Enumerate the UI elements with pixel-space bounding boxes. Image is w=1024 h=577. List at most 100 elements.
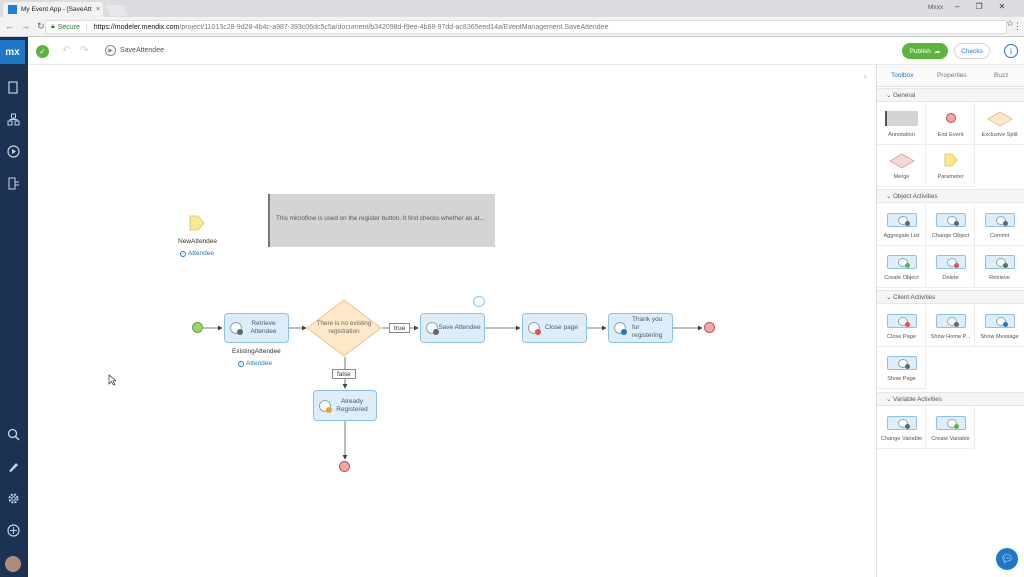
info-small-icon: i: [180, 250, 186, 257]
tool-label: Merge: [893, 174, 910, 180]
annotation-icon: [885, 111, 918, 126]
merge-icon: [889, 153, 915, 169]
message-warning-icon: [319, 399, 332, 413]
info-small-icon: i: [238, 360, 244, 367]
checks-button[interactable]: Checks: [954, 43, 990, 59]
aggregate-list-icon: [887, 213, 917, 227]
tool-merge[interactable]: Merge: [877, 145, 926, 187]
tab-buzz[interactable]: Buzz: [994, 72, 1008, 79]
toolbox-panel: Toolbox Properties Buzz ⌄ General Annota…: [876, 65, 1024, 577]
parameter-name: NewAttendee: [178, 238, 218, 245]
browser-menu-icon[interactable]: ⋮: [1013, 21, 1022, 32]
flow-connectors: [203, 325, 703, 460]
mouse-cursor-icon: [108, 374, 116, 386]
tool-label: Show Home P...: [930, 334, 971, 340]
activity-label: Close page: [545, 324, 578, 331]
parameter-type-label: Attendee: [188, 250, 215, 257]
activity-label: Retrieve Attendee: [250, 320, 277, 335]
section-title: Client Activities: [893, 294, 936, 301]
tool-end-event[interactable]: End Event: [926, 103, 975, 145]
panel-tabs: Toolbox Properties Buzz: [877, 65, 1024, 87]
annotation[interactable]: This microflow is used on the register b…: [268, 194, 495, 247]
change-object-icon: [936, 213, 966, 227]
error-handler-icon[interactable]: [473, 296, 485, 307]
activity-label: Save Attendee: [438, 324, 481, 331]
end-event[interactable]: [704, 322, 715, 333]
parameter-type[interactable]: i Attendee: [180, 250, 214, 257]
tool-exclusive-split[interactable]: Exclusive Split: [975, 103, 1024, 145]
false-flow-label[interactable]: false: [332, 369, 356, 379]
tool-annotation[interactable]: Annotation: [877, 103, 926, 145]
info-icon[interactable]: i: [1004, 44, 1018, 58]
change-variable-icon: [887, 416, 917, 430]
section-variable-activities[interactable]: ⌄ Variable Activities: [877, 392, 1024, 406]
retrieve-attendee-activity[interactable]: Retrieve Attendee: [224, 313, 289, 343]
section-expand-icon: ⌄: [886, 193, 894, 200]
tool-parameter[interactable]: Parameter: [926, 145, 975, 187]
tool-label: Change Variable: [880, 436, 923, 442]
tool-show-home-page[interactable]: Show Home P...: [926, 305, 975, 347]
tool-create-variable[interactable]: Create Variable: [926, 407, 975, 449]
tool-label: Exclusive Split: [981, 132, 1018, 138]
parameter-icon: [944, 153, 958, 167]
show-message-activity[interactable]: Thank you for registering: [608, 313, 673, 343]
tool-aggregate-list[interactable]: Aggregate List: [877, 204, 926, 246]
tool-commit[interactable]: Commit: [975, 204, 1024, 246]
retrieve-output-type[interactable]: i Attendee: [238, 360, 272, 367]
tool-label: Close Page: [887, 334, 916, 340]
section-title: Variable Activities: [893, 396, 942, 403]
start-event[interactable]: [192, 322, 203, 333]
section-title: Object Activities: [893, 193, 938, 200]
tool-label: Show Message: [980, 334, 1019, 340]
section-general[interactable]: ⌄ General: [877, 88, 1024, 102]
close-page-activity[interactable]: Close page: [522, 313, 587, 343]
split-condition-label: There is no existing registration: [316, 320, 372, 335]
maximize-icon[interactable]: ❐: [975, 2, 982, 11]
tool-label: Commit: [989, 233, 1010, 239]
section-expand-icon: ⌄: [886, 396, 894, 403]
publish-label: Publish: [909, 47, 931, 55]
activity-label: Thank you for registering: [632, 316, 663, 339]
tool-create-object[interactable]: Create Object: [877, 246, 926, 288]
parameter-icon[interactable]: [189, 215, 205, 231]
tab-toolbox[interactable]: Toolbox: [891, 72, 913, 79]
show-message-icon: [985, 314, 1015, 328]
section-expand-icon: ⌄: [886, 294, 894, 301]
save-attendee-activity[interactable]: Save Attendee: [420, 313, 485, 343]
tool-label: Annotation: [888, 132, 915, 138]
end-event-icon: [946, 113, 956, 123]
tool-show-page[interactable]: Show Page: [877, 347, 926, 389]
tool-delete[interactable]: Delete: [926, 246, 975, 288]
already-registered-activity[interactable]: Already Registered: [313, 390, 377, 421]
tool-change-object[interactable]: Change Object: [926, 204, 975, 246]
section-client-activities[interactable]: ⌄ Client Activities: [877, 290, 1024, 304]
browser-user-name[interactable]: Mxxx: [928, 4, 943, 11]
window-controls: – ❐ ✕: [955, 2, 1005, 11]
retrieve-output-type-label: Attendee: [246, 360, 273, 367]
show-home-page-icon: [936, 314, 966, 328]
publish-button[interactable]: Publish ☁: [902, 43, 948, 59]
delete-icon: [936, 255, 966, 269]
exclusive-split-icon: [987, 111, 1013, 127]
tool-show-message[interactable]: Show Message: [975, 305, 1024, 347]
tab-properties[interactable]: Properties: [937, 72, 967, 79]
close-window-icon[interactable]: ✕: [999, 2, 1006, 11]
section-title: General: [893, 92, 916, 99]
tool-label: Create Object: [884, 275, 919, 281]
close-page-icon: [887, 314, 917, 328]
retrieve-icon: [985, 255, 1015, 269]
tool-label: End Event: [937, 132, 964, 138]
minimize-icon[interactable]: –: [955, 2, 959, 11]
section-object-activities[interactable]: ⌄ Object Activities: [877, 189, 1024, 203]
tool-change-variable[interactable]: Change Variable: [877, 407, 926, 449]
chat-support-icon[interactable]: 💬︎: [996, 548, 1018, 570]
true-flow-label[interactable]: true: [389, 323, 411, 333]
tool-close-page[interactable]: Close Page: [877, 305, 926, 347]
tool-label: Aggregate List: [883, 233, 920, 239]
end-event[interactable]: [339, 461, 350, 472]
tool-label: Parameter: [937, 174, 964, 180]
create-variable-icon: [936, 416, 966, 430]
tool-retrieve[interactable]: Retrieve: [975, 246, 1024, 288]
retrieve-icon: [230, 322, 243, 335]
tool-label: Show Page: [887, 376, 916, 382]
